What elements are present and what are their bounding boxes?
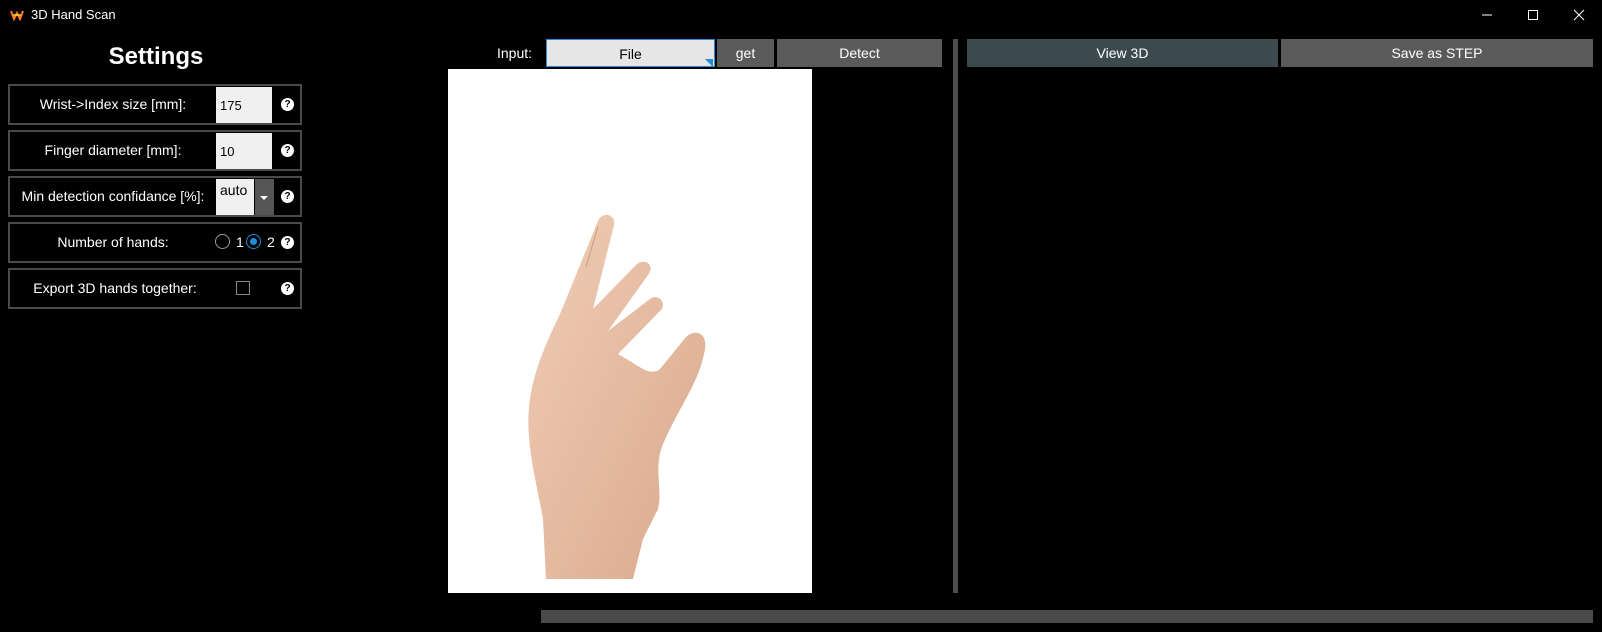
input-image-preview bbox=[448, 69, 812, 593]
wrist-index-label: Wrist->Index size [mm]: bbox=[39, 96, 187, 112]
hands-radio-2[interactable] bbox=[246, 234, 261, 249]
save-as-step-button[interactable]: Save as STEP bbox=[1281, 39, 1593, 67]
help-icon[interactable]: ? bbox=[281, 282, 294, 295]
number-of-hands-label: Number of hands: bbox=[57, 234, 169, 250]
minimize-icon bbox=[1482, 14, 1492, 16]
setting-row-min-confidence: Min detection confidance [%]: auto ? bbox=[8, 176, 302, 217]
setting-row-finger-diameter: Finger diameter [mm]: ? bbox=[8, 130, 302, 171]
finger-diameter-input[interactable] bbox=[216, 133, 272, 169]
app-logo-icon bbox=[10, 10, 24, 21]
min-confidence-combobox[interactable]: auto bbox=[216, 179, 254, 215]
setting-row-number-of-hands: Number of hands: 1 2 ? bbox=[8, 222, 302, 263]
export-together-label: Export 3D hands together: bbox=[33, 280, 197, 296]
help-icon[interactable]: ? bbox=[281, 144, 294, 157]
resize-cursor-icon bbox=[705, 59, 713, 67]
maximize-button[interactable] bbox=[1510, 0, 1556, 30]
setting-row-wrist-index: Wrist->Index size [mm]: ? bbox=[8, 84, 302, 125]
close-button[interactable] bbox=[1556, 0, 1602, 30]
minimize-button[interactable] bbox=[1464, 0, 1510, 30]
horizontal-scrollbar[interactable] bbox=[541, 610, 1593, 623]
chevron-down-icon[interactable] bbox=[255, 179, 274, 215]
view-3d-button[interactable]: View 3D bbox=[967, 39, 1278, 67]
min-confidence-label: Min detection confidance [%]: bbox=[21, 188, 205, 204]
input-label: Input: bbox=[497, 45, 533, 61]
window-title: 3D Hand Scan bbox=[31, 7, 116, 22]
setting-row-export-together: Export 3D hands together: ? bbox=[8, 268, 302, 309]
help-icon[interactable]: ? bbox=[281, 236, 294, 249]
help-icon[interactable]: ? bbox=[281, 98, 294, 111]
hands-radio-1-label: 1 bbox=[236, 234, 244, 250]
settings-title: Settings bbox=[108, 43, 204, 70]
close-icon bbox=[1573, 9, 1585, 21]
hand-image bbox=[528, 214, 706, 579]
help-icon[interactable]: ? bbox=[281, 190, 294, 203]
get-button[interactable]: get bbox=[717, 39, 774, 67]
export-together-checkbox[interactable] bbox=[236, 281, 250, 295]
hands-radio-1[interactable] bbox=[215, 234, 230, 249]
title-bar: 3D Hand Scan bbox=[0, 0, 1602, 30]
wrist-index-input[interactable] bbox=[216, 87, 272, 123]
panel-splitter[interactable] bbox=[953, 39, 958, 593]
maximize-icon bbox=[1528, 10, 1538, 20]
file-button[interactable]: File bbox=[546, 39, 715, 67]
hands-radio-2-label: 2 bbox=[267, 234, 275, 250]
detect-button[interactable]: Detect bbox=[777, 39, 942, 67]
finger-diameter-label: Finger diameter [mm]: bbox=[44, 142, 182, 158]
